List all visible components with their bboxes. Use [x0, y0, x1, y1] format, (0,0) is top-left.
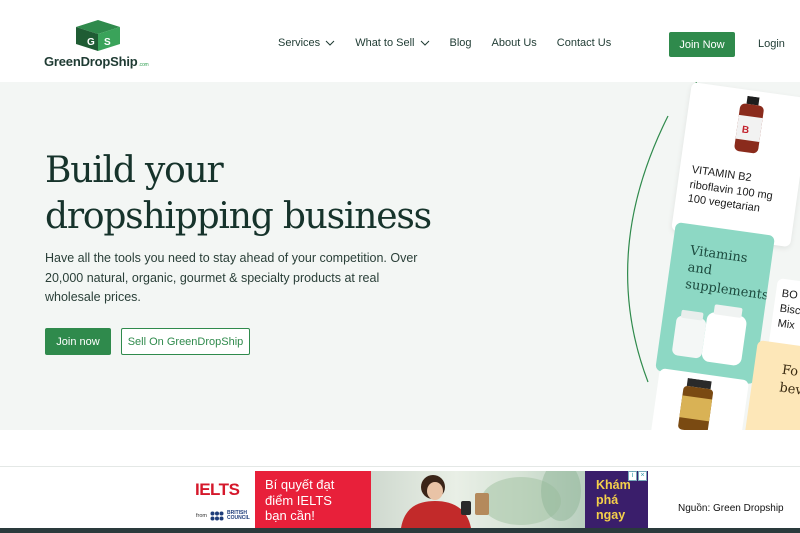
nav-item-what-to-sell[interactable]: What to Sell	[355, 37, 429, 49]
woman-with-phone-image	[401, 471, 581, 528]
sell-on-greendropship-button[interactable]: Sell On GreenDropShip	[121, 328, 250, 355]
council-name: BRITISH COUNCIL	[227, 511, 250, 521]
login-link[interactable]: Login	[758, 38, 785, 50]
ad-cta-line: phá	[596, 493, 619, 507]
hero-title: Build your dropshipping business	[45, 148, 432, 240]
bottom-bar	[0, 528, 800, 533]
nav-label: About Us	[491, 37, 537, 49]
hero-subtitle: Have all the tools you need to stay ahea…	[45, 251, 418, 304]
ad-banner[interactable]: IELTS from BRITISH COUNCIL Bí quyết đạt …	[184, 471, 648, 528]
nav-label: Services	[278, 37, 321, 49]
box-icon: G S	[76, 20, 120, 51]
ad-info-icon[interactable]: i	[628, 471, 637, 481]
council-line: COUNCIL	[227, 515, 250, 521]
category-title: Vitamins and supplements	[684, 242, 774, 304]
nav-label: Blog	[449, 37, 472, 49]
supplement-bottle-image: B	[734, 95, 764, 154]
ad-headline-panel: Bí quyết đạt điểm IELTS bạn cần!	[255, 471, 371, 528]
chevron-down-icon	[420, 40, 429, 46]
brand-name: GreenDropShip	[44, 54, 138, 69]
ad-headline-line: bạn cần!	[265, 508, 315, 523]
biscuit-line: Mix	[776, 317, 796, 332]
svg-text:S: S	[104, 37, 111, 48]
british-council-logo: from BRITISH COUNCIL	[196, 511, 250, 521]
ad-photo	[371, 471, 585, 528]
nav-label: Contact Us	[556, 37, 612, 49]
biscuit-card-text: BO Bisc Mix	[777, 287, 800, 334]
food-card-text: Fo bev	[778, 362, 800, 401]
ad-cta-line: ngay	[596, 508, 626, 522]
main-nav: Services What to Sell Blog About Us Cont…	[278, 37, 631, 49]
ad-ielts-panel: IELTS from BRITISH COUNCIL	[184, 471, 255, 528]
nav-item-services[interactable]: Services	[278, 37, 335, 49]
nav-item-about-us[interactable]: About Us	[492, 37, 537, 49]
supplement-jars-image	[672, 304, 747, 366]
svg-text:B: B	[741, 124, 750, 136]
ad-cta-text: Khám phá ngay	[596, 478, 631, 523]
ad-headline: Bí quyết đạt điểm IELTS bạn cần!	[265, 477, 334, 524]
product-card-vitamin-b2: B VITAMIN B2 riboflavin 100 mg 100 veget…	[671, 82, 800, 248]
from-label: from	[196, 513, 207, 519]
join-now-cta-button[interactable]: Join now	[45, 328, 111, 355]
join-now-button[interactable]: Join Now	[669, 32, 735, 57]
nav-item-contact-us[interactable]: Contact Us	[557, 37, 611, 49]
ad-headline-line: Bí quyết đạt	[265, 477, 335, 492]
hero-title-line: dropshipping business	[45, 196, 432, 237]
vitamin-card-text: VITAMIN B2 riboflavin 100 mg 100 vegetar…	[687, 163, 776, 218]
hero-section: Build your dropshipping business Have al…	[0, 82, 800, 430]
brand-suffix: .com	[138, 62, 149, 68]
ad-controls: i ×	[628, 471, 648, 481]
nav-item-blog[interactable]: Blog	[450, 37, 472, 49]
logo[interactable]: G S GreenDropShip.com	[44, 18, 154, 72]
food-line: bev	[778, 380, 800, 399]
close-icon[interactable]: ×	[638, 471, 647, 481]
british-council-dots-icon	[210, 511, 224, 521]
ielts-logo: IELTS	[195, 480, 240, 499]
site-header: G S GreenDropShip.com Services What to S…	[0, 0, 800, 82]
source-credit: Nguồn: Green Dropship	[678, 503, 784, 514]
svg-text:G: G	[87, 37, 95, 48]
hero-title-line: Build your	[45, 150, 224, 191]
amber-jar-image	[678, 377, 713, 430]
section-divider	[0, 466, 800, 467]
nav-label: What to Sell	[355, 37, 415, 49]
ad-cta-line: Khám	[596, 478, 631, 492]
page: G S GreenDropShip.com Services What to S…	[0, 0, 800, 533]
logo-text: GreenDropShip.com	[44, 54, 149, 69]
ad-headline-line: điểm IELTS	[265, 492, 332, 508]
chevron-down-icon	[325, 40, 335, 46]
